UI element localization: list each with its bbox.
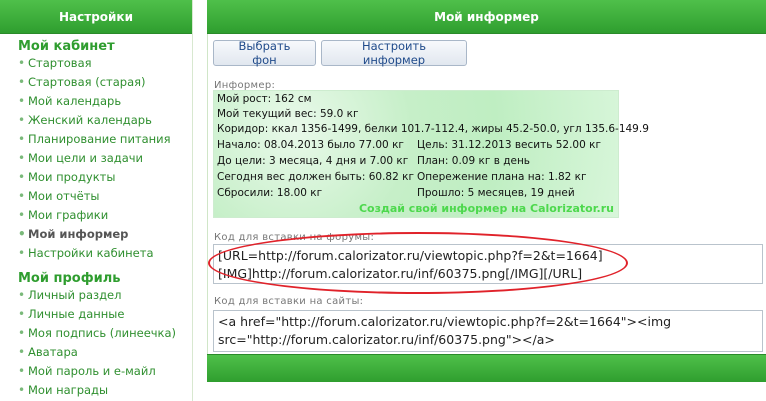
- sidebar-item-avatar[interactable]: • Аватара: [0, 343, 192, 362]
- informer-to-goal: До цели: 3 месяца, 4 дня и 7.00 кг: [217, 155, 409, 167]
- sidebar-item-label: Мой информер: [28, 227, 129, 241]
- informer-start: Начало: 08.04.2013 было 77.00 кг: [217, 139, 404, 151]
- sidebar-item-label: Настройки кабинета: [28, 246, 154, 260]
- configure-informer-button[interactable]: Настроить информер: [321, 39, 467, 67]
- sidebar-item-personal-data[interactable]: • Личные данные: [0, 305, 192, 324]
- site-code-label: Код для вставки на сайты:: [214, 296, 364, 307]
- bullet-icon: •: [18, 227, 26, 241]
- page-title: Мой информер: [207, 0, 766, 34]
- sidebar-item-personal-section[interactable]: • Личный раздел: [0, 286, 192, 305]
- informer-passed: Прошло: 5 месяцев, 19 дней: [417, 187, 575, 199]
- sidebar-item-label: Мои цели и задачи: [28, 151, 144, 165]
- sidebar-item-password-email[interactable]: • Мой пароль и е-майл: [0, 362, 192, 381]
- sidebar-item-label: Стартовая: [28, 56, 92, 70]
- sidebar-item-informer[interactable]: • Мой информер: [0, 225, 192, 244]
- informer-preview: Мой рост: 162 см Мой текущий вес: 59.0 к…: [213, 90, 649, 218]
- bullet-icon: •: [18, 94, 26, 108]
- bullet-icon: •: [18, 151, 26, 165]
- bullet-icon: •: [18, 189, 26, 203]
- sidebar-item-label: Мои продукты: [28, 170, 116, 184]
- forum-code-line: [IMG]http://forum.calorizator.ru/inf/603…: [218, 266, 583, 281]
- bullet-icon: •: [18, 307, 26, 321]
- sidebar-item-calendar[interactable]: • Мой календарь: [0, 92, 192, 111]
- sidebar-item-label: Личный раздел: [28, 288, 122, 302]
- sidebar-item-label: Стартовая (старая): [28, 75, 146, 89]
- sidebar-item-label: Мой календарь: [28, 94, 122, 108]
- sidebar-item-label: Личные данные: [28, 307, 125, 321]
- sidebar-item-label: Мои награды: [28, 383, 109, 397]
- site-code-line: <a href="http://forum.calorizator.ru/vie…: [218, 314, 672, 329]
- cabinet-menu: • Стартовая • Стартовая (старая) • Мой кале…: [0, 54, 192, 263]
- sidebar-item-charts[interactable]: • Мои графики: [0, 206, 192, 225]
- sidebar-item-start[interactable]: • Стартовая: [0, 54, 192, 73]
- choose-background-button[interactable]: Выбрать фон: [213, 39, 316, 67]
- sidebar-item-label: Женский календарь: [28, 113, 152, 127]
- sidebar-header: Настройки: [0, 0, 192, 34]
- informer-ahead: Опережение плана на: 1.82 кг: [417, 171, 587, 183]
- main-panel: Мой информер Выбрать фон Настроить инфор…: [207, 0, 766, 401]
- informer-weight: Мой текущий вес: 59.0 кг: [217, 108, 359, 120]
- sidebar-item-products[interactable]: • Мои продукты: [0, 168, 192, 187]
- bullet-icon: •: [18, 170, 26, 184]
- sidebar-item-start-old[interactable]: • Стартовая (старая): [0, 73, 192, 92]
- bullet-icon: •: [18, 246, 26, 260]
- bullet-icon: •: [18, 383, 26, 397]
- sidebar-item-label: Мои отчёты: [28, 189, 100, 203]
- section-title-profile: Мой профиль: [18, 271, 121, 286]
- sidebar: Настройки Мой кабинет • Стартовая • Старто…: [0, 0, 193, 401]
- sidebar-item-label: Планирование питания: [28, 132, 171, 146]
- sidebar-item-signature[interactable]: • Моя подпись (линеечка): [0, 324, 192, 343]
- bullet-icon: •: [18, 208, 26, 222]
- sidebar-item-reports[interactable]: • Мои отчёты: [0, 187, 192, 206]
- informer-lost: Сбросили: 18.00 кг: [217, 187, 323, 199]
- informer-promo-link[interactable]: Создай свой информер на Calorizator.ru: [359, 202, 614, 215]
- bullet-icon: •: [18, 75, 26, 89]
- forum-code-line: [URL=http://forum.calorizator.ru/viewtop…: [218, 248, 603, 263]
- site-code-line: src="http://forum.calorizator.ru/inf/603…: [218, 332, 555, 347]
- sidebar-item-cabinet-settings[interactable]: • Настройки кабинета: [0, 244, 192, 263]
- informer-height: Мой рост: 162 см: [217, 93, 312, 105]
- bullet-icon: •: [18, 56, 26, 70]
- bullet-icon: •: [18, 326, 26, 340]
- bullet-icon: •: [18, 132, 26, 146]
- forum-code-field[interactable]: [URL=http://forum.calorizator.ru/viewtop…: [213, 244, 763, 284]
- informer-corridor: Коридор: ккал 1356-1499, белки 101.7-112…: [217, 123, 649, 135]
- profile-menu: • Личный раздел • Личные данные • Моя подпи…: [0, 286, 192, 400]
- sidebar-item-awards[interactable]: • Мои награды: [0, 381, 192, 400]
- bullet-icon: •: [18, 113, 26, 127]
- sidebar-item-female-calendar[interactable]: • Женский календарь: [0, 111, 192, 130]
- sidebar-item-label: Аватара: [28, 345, 78, 359]
- sidebar-item-label: Моя подпись (линеечка): [28, 326, 177, 340]
- bullet-icon: •: [18, 288, 26, 302]
- forum-code-label: Код для вставки на форумы:: [214, 232, 375, 243]
- bullet-icon: •: [18, 364, 26, 378]
- main-content: Выбрать фон Настроить информер Информер:…: [207, 34, 766, 354]
- informer-plan: План: 0.09 кг в день: [417, 155, 530, 167]
- bullet-icon: •: [18, 345, 26, 359]
- footer-bar: [207, 354, 766, 382]
- informer-today: Сегодня вес должен быть: 60.82 кг: [217, 171, 414, 183]
- sidebar-item-meal-planning[interactable]: • Планирование питания: [0, 130, 192, 149]
- informer-goal: Цель: 31.12.2013 весить 52.00 кг: [417, 139, 601, 151]
- sidebar-item-label: Мой пароль и е-майл: [28, 364, 156, 378]
- site-code-field[interactable]: <a href="http://forum.calorizator.ru/vie…: [213, 310, 763, 352]
- section-title-cabinet: Мой кабинет: [18, 39, 115, 54]
- sidebar-item-goals[interactable]: • Мои цели и задачи: [0, 149, 192, 168]
- sidebar-item-label: Мои графики: [28, 208, 109, 222]
